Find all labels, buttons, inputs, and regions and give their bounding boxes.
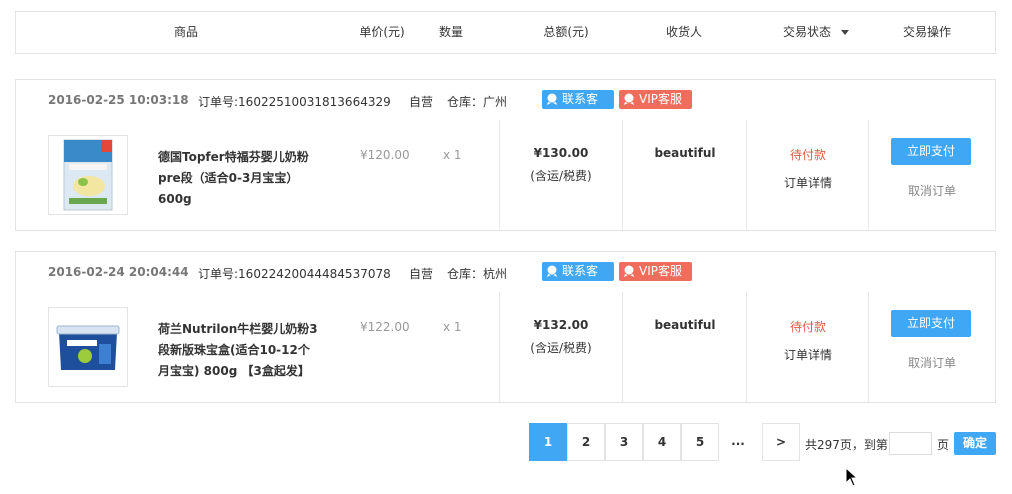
contact-service-badge[interactable]: 联系客服	[542, 90, 614, 125]
order-number: 订单号:16022510031813664329	[198, 95, 391, 109]
product-thumbnail[interactable]	[48, 307, 128, 387]
contact-service-badge[interactable]: 联系客服	[542, 262, 614, 297]
order-card-header: 2016-02-25 10:03:18 订单号:1602251003181366…	[16, 80, 995, 125]
unit-price: ¥122.00	[360, 320, 410, 334]
product-thumbnail[interactable]	[48, 135, 128, 215]
col-product: 商品	[173, 25, 198, 39]
vip-service-badge[interactable]: VIP客服	[619, 90, 692, 109]
page-ellipsis: ...	[719, 423, 757, 461]
self-run-label: 自营	[409, 267, 434, 281]
order-card: 2016-02-25 10:03:18 订单号:1602251003181366…	[15, 79, 996, 231]
quantity: x 1	[443, 320, 462, 334]
divider	[622, 120, 623, 230]
order-card: 2016-02-24 20:04:44 订单号:1602242004448453…	[15, 251, 996, 403]
milk-tin-image	[56, 325, 120, 370]
order-total-note: (含运/税费)	[530, 341, 592, 355]
quantity: x 1	[443, 148, 462, 162]
product-name[interactable]: 德国Topfer特福芬婴儿奶粉pre段（适合0-3月宝宝）600g	[158, 147, 318, 210]
self-run-label: 自营	[409, 95, 434, 109]
order-card-header: 2016-02-24 20:04:44 订单号:1602242004448453…	[16, 252, 995, 297]
pay-now-button[interactable]: 立即支付	[891, 310, 971, 337]
col-status-filter[interactable]: 交易状态	[771, 12, 861, 53]
page-button-3[interactable]: 3	[605, 423, 643, 461]
warehouse-label: 仓库：广州	[447, 95, 508, 109]
receiver-name: beautiful	[654, 146, 716, 160]
order-table-header: 商品 单价(元) 数量 总额(元) 收货人 交易状态 交易操作	[15, 11, 996, 54]
col-unit-price: 单价(元)	[359, 25, 405, 39]
warehouse-label: 仓库：杭州	[447, 267, 508, 281]
page-suffix-text: 页	[937, 438, 950, 452]
col-total: 总额(元)	[543, 25, 589, 39]
product-name[interactable]: 荷兰Nutrilon牛栏婴儿奶粉3段新版珠宝盒(适合10-12个月宝宝) 800…	[158, 319, 318, 382]
vip-service-badge[interactable]: VIP客服	[619, 262, 692, 281]
pay-now-button[interactable]: 立即支付	[891, 138, 971, 165]
mouse-cursor-icon	[845, 467, 859, 487]
col-status-label: 交易状态	[782, 25, 831, 39]
chat-icon	[547, 93, 557, 105]
caret-down-icon	[841, 30, 849, 35]
contact-service-label: 联系客服	[562, 92, 599, 125]
cancel-order-link[interactable]: 取消订单	[869, 182, 995, 199]
chat-icon	[547, 265, 557, 277]
col-actions: 交易操作	[902, 25, 951, 39]
vip-service-label: VIP客服	[639, 264, 682, 278]
col-receiver: 收货人	[665, 25, 702, 39]
page-button-4[interactable]: 4	[643, 423, 681, 461]
page-button-2[interactable]: 2	[567, 423, 605, 461]
contact-service-label: 联系客服	[562, 264, 599, 297]
page-button-1[interactable]: 1	[529, 423, 567, 461]
order-time: 2016-02-24 20:04:44	[48, 265, 189, 279]
order-detail-link[interactable]: 订单详情	[747, 346, 869, 363]
page-button-5[interactable]: 5	[681, 423, 719, 461]
next-page-button[interactable]: >	[762, 423, 800, 461]
order-number: 订单号:16022420044484537078	[198, 267, 391, 281]
order-total: ¥132.00	[533, 318, 589, 332]
status-badge: 待付款	[789, 148, 826, 162]
status-badge: 待付款	[789, 320, 826, 334]
order-total-note: (含运/税费)	[530, 169, 592, 183]
total-pages-text: 共297页，到第	[805, 438, 888, 452]
goto-page-confirm-button[interactable]: 确定	[954, 432, 996, 455]
unit-price: ¥120.00	[360, 148, 410, 162]
chat-icon	[624, 93, 634, 105]
chat-icon	[624, 265, 634, 277]
order-detail-link[interactable]: 订单详情	[747, 174, 869, 191]
milk-box-image	[63, 139, 113, 211]
goto-page-input[interactable]	[889, 432, 932, 455]
order-time: 2016-02-25 10:03:18	[48, 93, 189, 107]
receiver-name: beautiful	[654, 318, 716, 332]
col-quantity: 数量	[438, 25, 463, 39]
order-total: ¥130.00	[533, 146, 589, 160]
divider	[622, 292, 623, 402]
cancel-order-link[interactable]: 取消订单	[869, 354, 995, 371]
vip-service-label: VIP客服	[639, 92, 682, 106]
